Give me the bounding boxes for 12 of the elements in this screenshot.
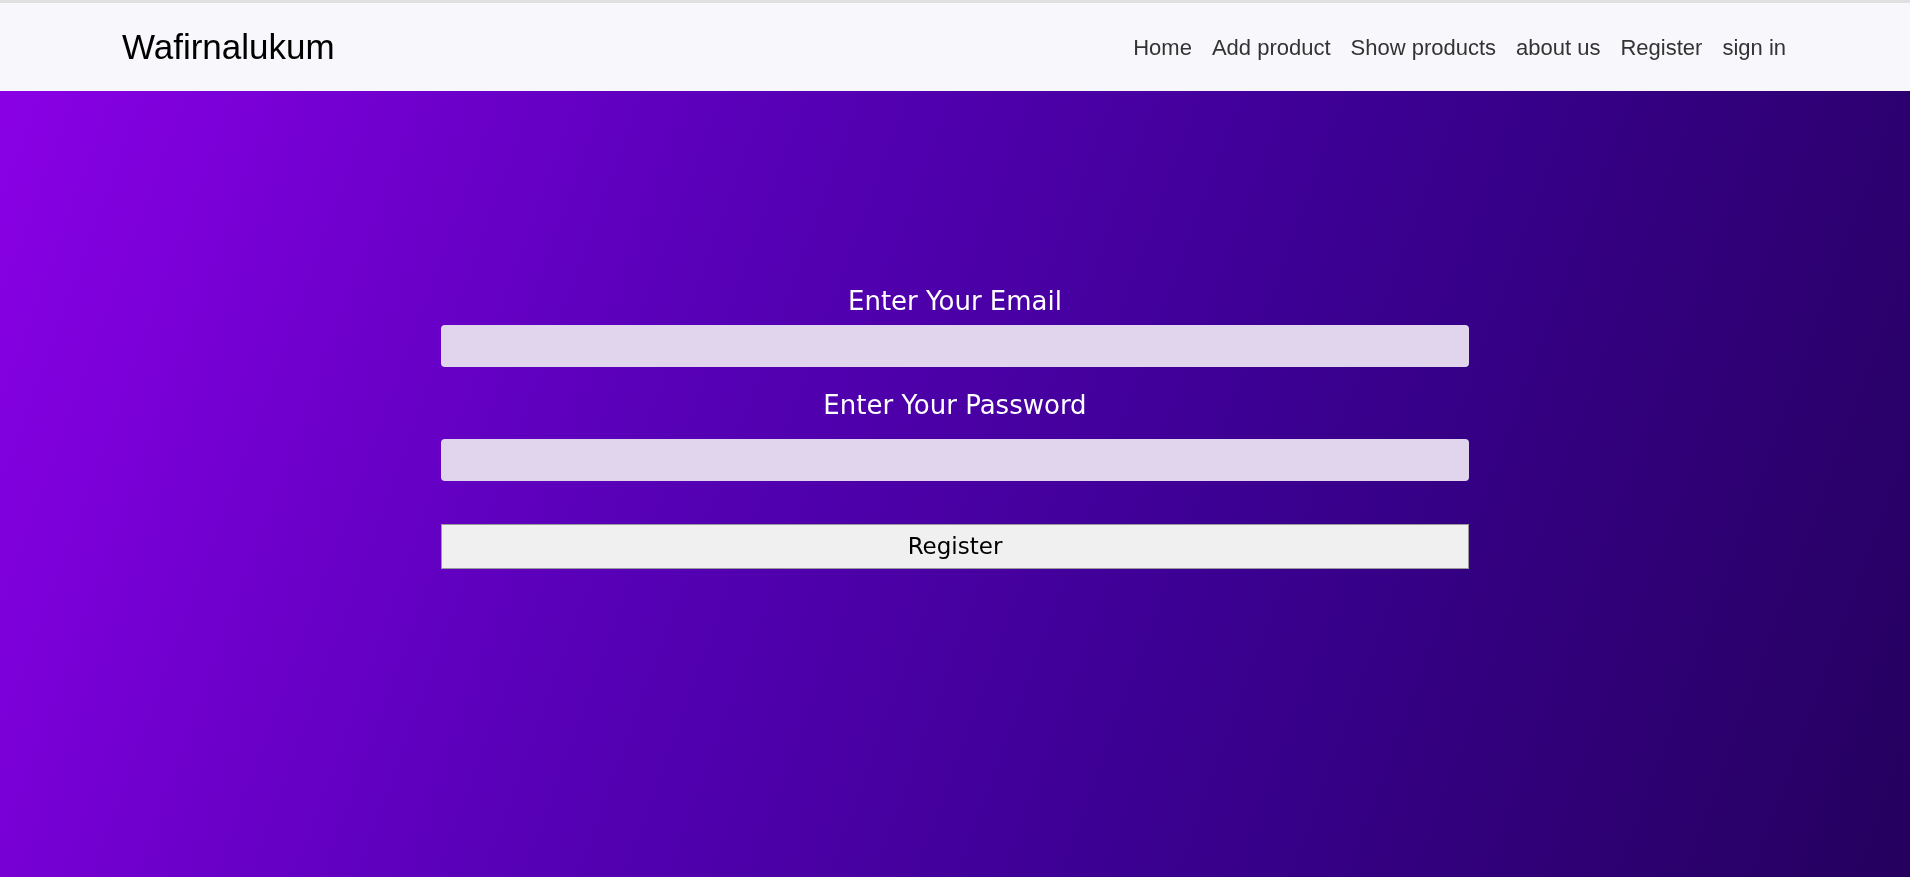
nav-link[interactable]: Show products bbox=[1350, 30, 1497, 64]
password-label: Enter Your Password bbox=[823, 389, 1087, 422]
email-field[interactable] bbox=[441, 325, 1469, 367]
email-label: Enter Your Email bbox=[848, 285, 1062, 318]
nav-link[interactable]: sign in bbox=[1722, 30, 1786, 64]
brand-link[interactable]: Wafirnalukum bbox=[122, 20, 335, 74]
nav-link[interactable]: about us bbox=[1516, 30, 1601, 64]
password-field[interactable] bbox=[441, 439, 1469, 481]
nav-link[interactable]: Add product bbox=[1211, 30, 1331, 64]
register-button[interactable]: Register bbox=[441, 524, 1469, 569]
nav-link[interactable]: Register bbox=[1620, 30, 1703, 64]
nav-link[interactable]: Home bbox=[1133, 30, 1192, 64]
